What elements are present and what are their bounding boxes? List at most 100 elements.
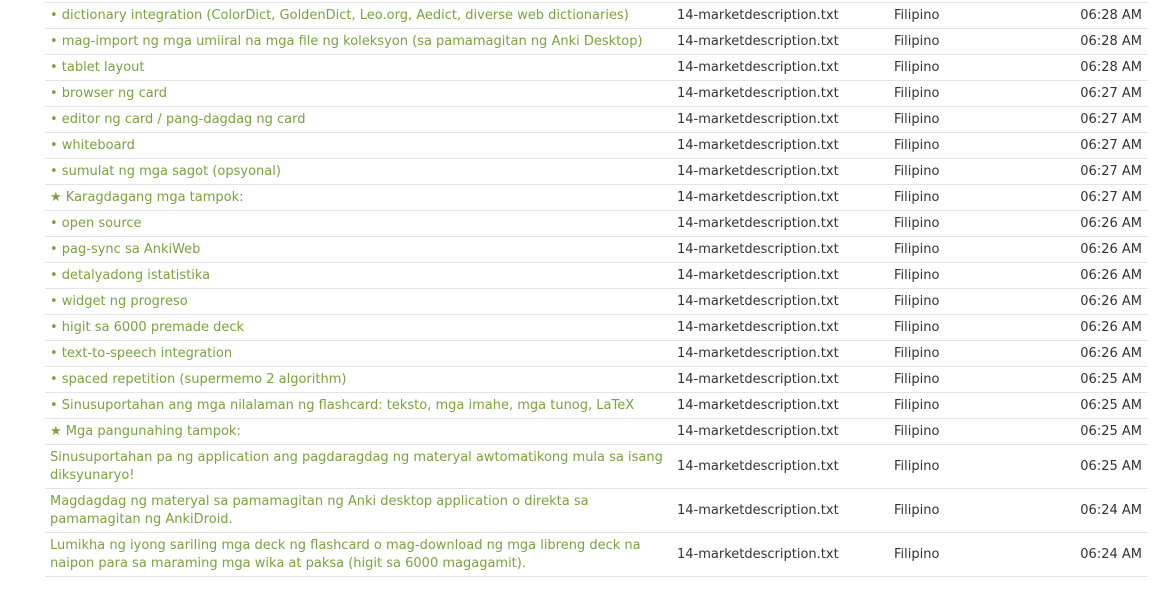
string-text-cell: • widget ng progreso (45, 288, 677, 315)
language-name: Filipino (894, 262, 1054, 289)
file-name: 14-marketdescription.txt (677, 132, 894, 159)
language-name: Filipino (894, 184, 1054, 211)
string-link[interactable]: Lumikha ng iyong sariling mga deck ng fl… (50, 538, 641, 571)
string-row: Magdagdag ng materyal sa pamamagitan ng … (45, 488, 1148, 533)
timestamp: 06:25 AM (1054, 392, 1148, 419)
string-text-cell: • tablet layout (45, 54, 677, 81)
file-name: 14-marketdescription.txt (677, 210, 894, 237)
string-row: ★ Mga pangunahing tampok: 14-marketdescri… (45, 418, 1148, 445)
timestamp: 06:26 AM (1054, 262, 1148, 289)
language-name: Filipino (894, 210, 1054, 237)
file-name: 14-marketdescription.txt (677, 532, 894, 577)
string-row: • mag-import ng mga umiiral na mga file … (45, 28, 1148, 55)
timestamp: 06:26 AM (1054, 210, 1148, 237)
string-link[interactable]: Sinusuportahan pa ng application ang pag… (50, 450, 663, 483)
timestamp: 06:27 AM (1054, 132, 1148, 159)
timestamp: 06:24 AM (1054, 532, 1148, 577)
string-text-cell: • higit sa 6000 premade deck (45, 314, 677, 341)
string-text-cell: • pag-sync sa AnkiWeb (45, 236, 677, 263)
string-row: • Sinusuportahan ang mga nilalaman ng fl… (45, 392, 1148, 419)
language-name: Filipino (894, 444, 1054, 489)
string-link[interactable]: • Sinusuportahan ang mga nilalaman ng fl… (50, 398, 634, 413)
timestamp: 06:25 AM (1054, 366, 1148, 393)
string-link[interactable]: • spaced repetition (supermemo 2 algorit… (50, 372, 346, 387)
file-name: 14-marketdescription.txt (677, 106, 894, 133)
string-text-cell: • editor ng card / pang-dagdag ng card (45, 106, 677, 133)
string-row: • spaced repetition (supermemo 2 algorit… (45, 366, 1148, 393)
file-name: 14-marketdescription.txt (677, 28, 894, 55)
file-name: 14-marketdescription.txt (677, 158, 894, 185)
language-name: Filipino (894, 80, 1054, 107)
language-name: Filipino (894, 314, 1054, 341)
timestamp: 06:28 AM (1054, 28, 1148, 55)
file-name: 14-marketdescription.txt (677, 236, 894, 263)
language-name: Filipino (894, 54, 1054, 81)
language-name: Filipino (894, 288, 1054, 315)
string-link[interactable]: • open source (50, 216, 142, 231)
string-link[interactable]: • pag-sync sa AnkiWeb (50, 242, 200, 257)
string-row: ★ Karagdagang mga tampok: 14-marketdescri… (45, 184, 1148, 211)
file-name: 14-marketdescription.txt (677, 340, 894, 367)
file-name: 14-marketdescription.txt (677, 54, 894, 81)
string-link[interactable]: • higit sa 6000 premade deck (50, 320, 244, 335)
string-row: • text-to-speech integration 14-marketdes… (45, 340, 1148, 367)
language-name: Filipino (894, 366, 1054, 393)
string-row: • whiteboard 14-marketdescription.txt Fili… (45, 132, 1148, 159)
string-link[interactable]: Magdagdag ng materyal sa pamamagitan ng … (50, 494, 589, 527)
language-name: Filipino (894, 28, 1054, 55)
timestamp: 06:28 AM (1054, 54, 1148, 81)
file-name: 14-marketdescription.txt (677, 392, 894, 419)
string-row: • dictionary integration (ColorDict, Gol… (45, 2, 1148, 29)
string-link[interactable]: • browser ng card (50, 86, 167, 101)
timestamp: 06:27 AM (1054, 80, 1148, 107)
string-text-cell: • whiteboard (45, 132, 677, 159)
string-text-cell: • text-to-speech integration (45, 340, 677, 367)
language-name: Filipino (894, 532, 1054, 577)
timestamp: 06:26 AM (1054, 288, 1148, 315)
string-link[interactable]: • text-to-speech integration (50, 346, 232, 361)
string-row: • editor ng card / pang-dagdag ng card 14… (45, 106, 1148, 133)
language-name: Filipino (894, 488, 1054, 533)
language-name: Filipino (894, 392, 1054, 419)
timestamp: 06:26 AM (1054, 236, 1148, 263)
timestamp: 06:26 AM (1054, 314, 1148, 341)
timestamp: 06:28 AM (1054, 2, 1148, 29)
language-name: Filipino (894, 418, 1054, 445)
string-link[interactable]: • tablet layout (50, 60, 145, 75)
file-name: 14-marketdescription.txt (677, 288, 894, 315)
recent-strings-table: • dictionary integration (ColorDict, Gol… (45, 2, 1148, 577)
string-link[interactable]: • whiteboard (50, 138, 135, 153)
string-text-cell: • spaced repetition (supermemo 2 algorit… (45, 366, 677, 393)
string-row: • open source 14-marketdescription.txt Fil… (45, 210, 1148, 237)
string-row: Sinusuportahan pa ng application ang pag… (45, 444, 1148, 489)
string-row: • pag-sync sa AnkiWeb 14-marketdescriptio… (45, 236, 1148, 263)
string-link[interactable]: • dictionary integration (ColorDict, Gol… (50, 8, 629, 23)
string-row: Lumikha ng iyong sariling mga deck ng fl… (45, 532, 1148, 577)
file-name: 14-marketdescription.txt (677, 314, 894, 341)
string-link[interactable]: • widget ng progreso (50, 294, 188, 309)
file-name: 14-marketdescription.txt (677, 262, 894, 289)
string-row: • detalyadong istatistika 14-marketdescri… (45, 262, 1148, 289)
file-name: 14-marketdescription.txt (677, 488, 894, 533)
string-text-cell: Magdagdag ng materyal sa pamamagitan ng … (45, 488, 677, 533)
file-name: 14-marketdescription.txt (677, 366, 894, 393)
string-text-cell: Lumikha ng iyong sariling mga deck ng fl… (45, 532, 677, 577)
string-text-cell: • detalyadong istatistika (45, 262, 677, 289)
string-text-cell: • browser ng card (45, 80, 677, 107)
string-link[interactable]: • editor ng card / pang-dagdag ng card (50, 112, 306, 127)
timestamp: 06:25 AM (1054, 444, 1148, 489)
language-name: Filipino (894, 236, 1054, 263)
string-text-cell: • dictionary integration (ColorDict, Gol… (45, 2, 677, 29)
string-link[interactable]: ★ Karagdagang mga tampok: (50, 190, 244, 205)
timestamp: 06:26 AM (1054, 340, 1148, 367)
string-row: • tablet layout 14-marketdescription.txt F… (45, 54, 1148, 81)
string-text-cell: • mag-import ng mga umiiral na mga file … (45, 28, 677, 55)
string-link[interactable]: ★ Mga pangunahing tampok: (50, 424, 241, 439)
file-name: 14-marketdescription.txt (677, 184, 894, 211)
string-link[interactable]: • mag-import ng mga umiiral na mga file … (50, 34, 643, 49)
string-link[interactable]: • detalyadong istatistika (50, 268, 210, 283)
timestamp: 06:24 AM (1054, 488, 1148, 533)
language-name: Filipino (894, 158, 1054, 185)
string-link[interactable]: • sumulat ng mga sagot (opsyonal) (50, 164, 281, 179)
timestamp: 06:25 AM (1054, 418, 1148, 445)
